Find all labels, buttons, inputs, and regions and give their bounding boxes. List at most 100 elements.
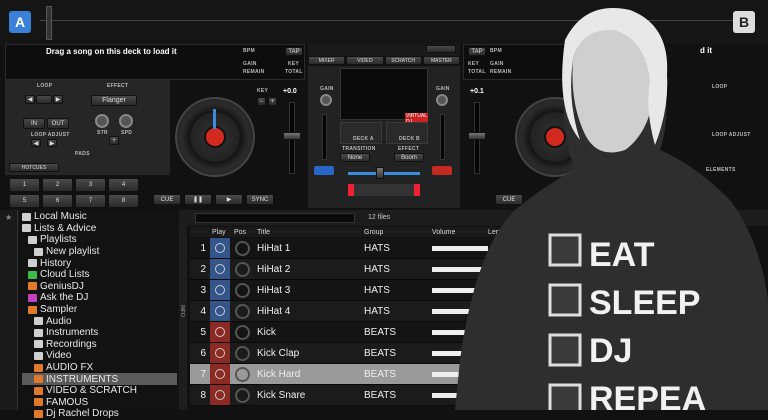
hotcue-pad-4[interactable]: 4: [108, 178, 139, 192]
play-icon[interactable]: [210, 301, 230, 321]
hotcue-pad-7[interactable]: 7: [75, 194, 106, 208]
deck-a-pause-button[interactable]: ❚❚: [184, 194, 212, 205]
tree-item[interactable]: Recordings: [22, 339, 177, 351]
crossfader-track[interactable]: [348, 172, 420, 175]
tree-item[interactable]: Instruments: [22, 327, 177, 339]
deck-a-play-button[interactable]: ▶: [215, 194, 243, 205]
disk-icon: [22, 212, 31, 221]
mixer-header: [308, 44, 460, 56]
deck-a-pitch-knob[interactable]: [283, 132, 301, 140]
loop-in-button[interactable]: IN: [23, 118, 45, 129]
mixer-tabs: MIXER VIDEO SCRATCH MASTER: [308, 56, 460, 66]
gain-left-knob[interactable]: [320, 94, 332, 106]
loop-out-button[interactable]: OUT: [47, 118, 69, 129]
search-input[interactable]: [195, 213, 355, 223]
play-icon[interactable]: [210, 364, 230, 384]
channel-fader-a[interactable]: [322, 114, 327, 160]
loop-prev-button[interactable]: ◀: [25, 95, 35, 104]
tree-item[interactable]: FAMOUS: [22, 397, 177, 409]
deck-a-headphone-button[interactable]: [314, 166, 334, 175]
info-side-tab[interactable]: INFO: [179, 225, 187, 410]
track-number: 2: [200, 263, 206, 275]
tree-item[interactable]: History: [22, 257, 177, 269]
play-icon[interactable]: [210, 343, 230, 363]
tree-item[interactable]: Local Music: [22, 211, 177, 223]
video-effect-select[interactable]: Boom: [394, 153, 424, 162]
hotcue-pad-2[interactable]: 2: [42, 178, 73, 192]
col-pos[interactable]: Pos: [230, 229, 254, 236]
play-icon[interactable]: [210, 238, 230, 258]
tree-item[interactable]: New playlist: [22, 246, 177, 258]
hotcue-pad-1[interactable]: 1: [9, 178, 40, 192]
info-tab-label: INFO: [179, 305, 185, 317]
hotcue-pad-8[interactable]: 8: [108, 194, 139, 208]
track-number: 4: [200, 305, 206, 317]
tree-item-label: Dj Rachel Drops: [46, 408, 119, 420]
deck-a-sync-button[interactable]: SYNC: [246, 194, 274, 205]
loop-size-button[interactable]: [36, 95, 52, 104]
col-title[interactable]: Title: [254, 229, 364, 236]
key-plus-button[interactable]: +: [268, 97, 277, 106]
deck-a-key-label: KEY: [288, 61, 300, 67]
track-group: HATS: [364, 305, 390, 317]
tab-video[interactable]: VIDEO: [346, 56, 384, 65]
tree-item-label: History: [40, 257, 72, 269]
deck-b-headphone-button[interactable]: [432, 166, 452, 175]
tree-item[interactable]: Audio: [22, 315, 177, 327]
tree-item[interactable]: Ask the DJ: [22, 292, 177, 304]
askdj-icon: [28, 293, 37, 302]
hotcue-pad-5[interactable]: 5: [9, 194, 40, 208]
deck-a-tap-button[interactable]: TAP: [285, 47, 303, 56]
key-minus-button[interactable]: −: [257, 97, 266, 106]
play-icon[interactable]: [210, 385, 230, 405]
tree-item[interactable]: Lists & Advice: [22, 223, 177, 235]
hotcue-pad-6[interactable]: 6: [42, 194, 73, 208]
tab-scratch[interactable]: SCRATCH: [384, 56, 422, 65]
effect-add-button[interactable]: +: [109, 136, 119, 145]
cloud-icon: [28, 270, 37, 279]
spd-knob[interactable]: [119, 114, 133, 128]
col-play[interactable]: Play: [210, 229, 230, 236]
mixer-toggle[interactable]: [426, 45, 456, 53]
loop-label: LOOP: [37, 83, 53, 89]
tree-item[interactable]: Playlists: [22, 234, 177, 246]
loop-adjust-left[interactable]: ◀: [31, 139, 41, 147]
tree-item[interactable]: INSTRUMENTS: [22, 373, 177, 385]
sampler-icon: [28, 305, 37, 314]
hotcue-pad-3[interactable]: 3: [75, 178, 106, 192]
pads-label: PADS: [75, 151, 90, 157]
hotcues-select[interactable]: HOTCUES: [9, 163, 59, 172]
tab-mixer[interactable]: MIXER: [308, 56, 346, 65]
play-icon[interactable]: [210, 280, 230, 300]
tree-item[interactable]: Video: [22, 350, 177, 362]
channel-fader-b[interactable]: [440, 114, 445, 160]
track-group: BEATS: [364, 347, 397, 359]
col-group[interactable]: Group: [364, 229, 432, 236]
tree-item[interactable]: VIDEO & SCRATCH: [22, 385, 177, 397]
history-icon: [28, 259, 37, 268]
loop-next-button[interactable]: ▶: [53, 95, 63, 104]
deck-a-jogwheel[interactable]: [175, 97, 255, 177]
fx-icon: [34, 375, 43, 384]
tree-item-label: GeniusDJ: [40, 280, 84, 292]
deck-a-volume-slider[interactable]: [46, 6, 52, 40]
spd-label: SPD: [121, 130, 133, 136]
transition-select[interactable]: None: [340, 153, 370, 162]
play-icon[interactable]: [210, 322, 230, 342]
crossfader-knob[interactable]: [376, 167, 384, 179]
tree-item[interactable]: Sampler: [22, 304, 177, 316]
effect-select[interactable]: Flanger: [91, 95, 137, 106]
loop-adjust-right[interactable]: ▶: [47, 139, 57, 147]
tree-item[interactable]: GeniusDJ: [22, 281, 177, 293]
instruments-icon: [34, 328, 43, 337]
deck-a-badge[interactable]: A: [9, 11, 31, 33]
play-icon[interactable]: [210, 259, 230, 279]
deck-a-cue-button[interactable]: CUE: [153, 194, 181, 205]
str-knob[interactable]: [95, 114, 109, 128]
star-icon[interactable]: ★: [5, 213, 12, 222]
tree-item-label: Video: [46, 350, 72, 362]
tree-item[interactable]: Cloud Lists: [22, 269, 177, 281]
gain-right-knob[interactable]: [436, 94, 448, 106]
tree-item[interactable]: AUDIO FX: [22, 362, 177, 374]
deck-a-bpm-label: BPM: [243, 48, 256, 54]
